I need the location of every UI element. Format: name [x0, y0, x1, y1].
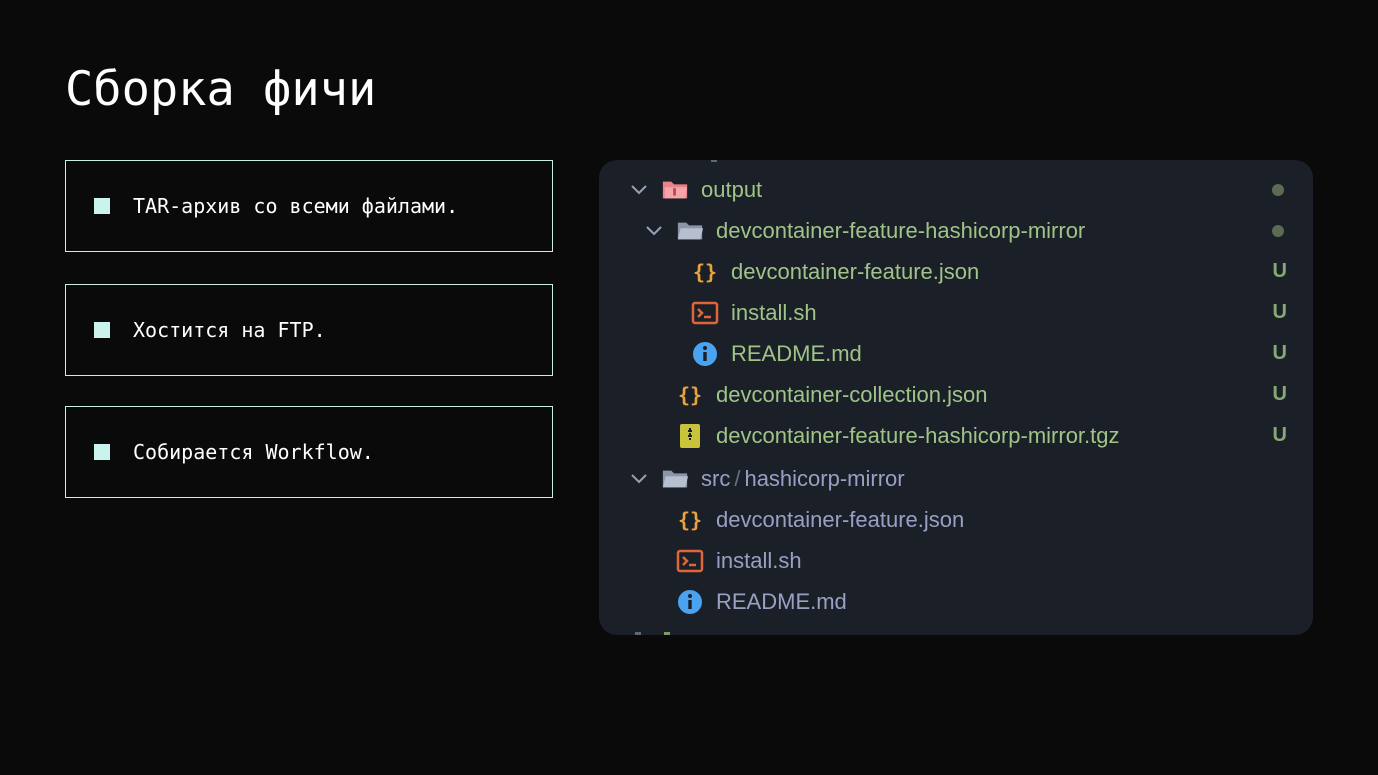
path-separator: /: [734, 465, 741, 491]
tree-row-file[interactable]: {} devcontainer-feature.json: [599, 499, 1313, 540]
tree-row-label: devcontainer-collection.json: [716, 381, 988, 407]
terminal-icon: [676, 548, 704, 574]
folder-open-icon: [676, 218, 704, 244]
tree-row-output[interactable]: output: [599, 169, 1313, 210]
json-braces-icon: {}: [676, 507, 704, 533]
tree-row-label: src / hashicorp-mirror: [701, 466, 905, 492]
scroll-fragment-bottom: [664, 632, 670, 635]
bullet-box-2: Хостится на FTP.: [65, 284, 553, 376]
tree-row-file[interactable]: {} devcontainer-collection.json U: [599, 374, 1313, 415]
json-braces-icon: {}: [676, 382, 704, 408]
chevron-down-icon[interactable]: [629, 469, 649, 489]
svg-text:{}: {}: [693, 260, 717, 284]
modified-dot-indicator: [1272, 183, 1284, 196]
tree-row-label: install.sh: [731, 299, 817, 325]
folder-open-red-icon: [661, 177, 689, 203]
untracked-status: U: [1272, 424, 1287, 446]
svg-text:{}: {}: [678, 383, 702, 407]
info-icon: [676, 589, 704, 615]
scroll-fragment-bottom: [635, 632, 641, 635]
path-segment-folder: hashicorp-mirror: [744, 465, 905, 491]
tree-row-label: devcontainer-feature.json: [716, 506, 965, 532]
tree-row-label: devcontainer-feature.json: [731, 258, 980, 284]
untracked-status: U: [1272, 301, 1287, 323]
info-icon: [691, 341, 719, 367]
svg-text:{}: {}: [678, 508, 702, 532]
chevron-down-icon[interactable]: [644, 221, 664, 241]
untracked-status: U: [1272, 383, 1287, 405]
untracked-status: U: [1272, 260, 1287, 282]
tree-row-folder[interactable]: devcontainer-feature-hashicorp-mirror: [599, 210, 1313, 251]
bullet-box-3: Собирается Workflow.: [65, 406, 553, 498]
scroll-fragment-top: [711, 160, 717, 162]
modified-dot-indicator: [1272, 224, 1284, 237]
tree-row-file[interactable]: devcontainer-feature-hashicorp-mirror.tg…: [599, 415, 1313, 456]
json-braces-icon: {}: [691, 259, 719, 285]
bullet-square: [94, 444, 110, 460]
archive-icon: [676, 423, 704, 449]
tree-row-file[interactable]: install.sh: [599, 540, 1313, 581]
chevron-down-icon[interactable]: [629, 180, 649, 200]
tree-row-label: output: [701, 176, 763, 202]
bullet-square: [94, 198, 110, 214]
tree-row-file[interactable]: README.md U: [599, 333, 1313, 374]
folder-open-icon: [661, 466, 689, 492]
tree-row-label: devcontainer-feature-hashicorp-mirror: [716, 217, 1086, 243]
tree-row-file[interactable]: README.md: [599, 581, 1313, 622]
tree-row-folder[interactable]: src / hashicorp-mirror: [599, 458, 1313, 499]
tree-row-file[interactable]: install.sh U: [599, 292, 1313, 333]
slide-title: Сборка фичи: [65, 62, 377, 117]
bullet-square: [94, 322, 110, 338]
tree-row-label: README.md: [731, 340, 862, 366]
bullet-text: Собирается Workflow.: [133, 440, 374, 464]
bullet-box-1: TAR-архив со всеми файлами.: [65, 160, 553, 252]
path-segment-src: src: [701, 465, 731, 491]
untracked-status: U: [1272, 342, 1287, 364]
tree-row-label: README.md: [716, 588, 847, 614]
bullet-text: Хостится на FTP.: [133, 318, 326, 342]
terminal-icon: [691, 300, 719, 326]
bullet-text: TAR-архив со всеми файлами.: [133, 194, 459, 218]
file-explorer-panel: output devcontainer-feature-hashicorp-mi…: [599, 160, 1313, 635]
tree-row-file[interactable]: {} devcontainer-feature.json U: [599, 251, 1313, 292]
tree-row-label: install.sh: [716, 547, 802, 573]
tree-row-label: devcontainer-feature-hashicorp-mirror.tg…: [716, 422, 1120, 448]
